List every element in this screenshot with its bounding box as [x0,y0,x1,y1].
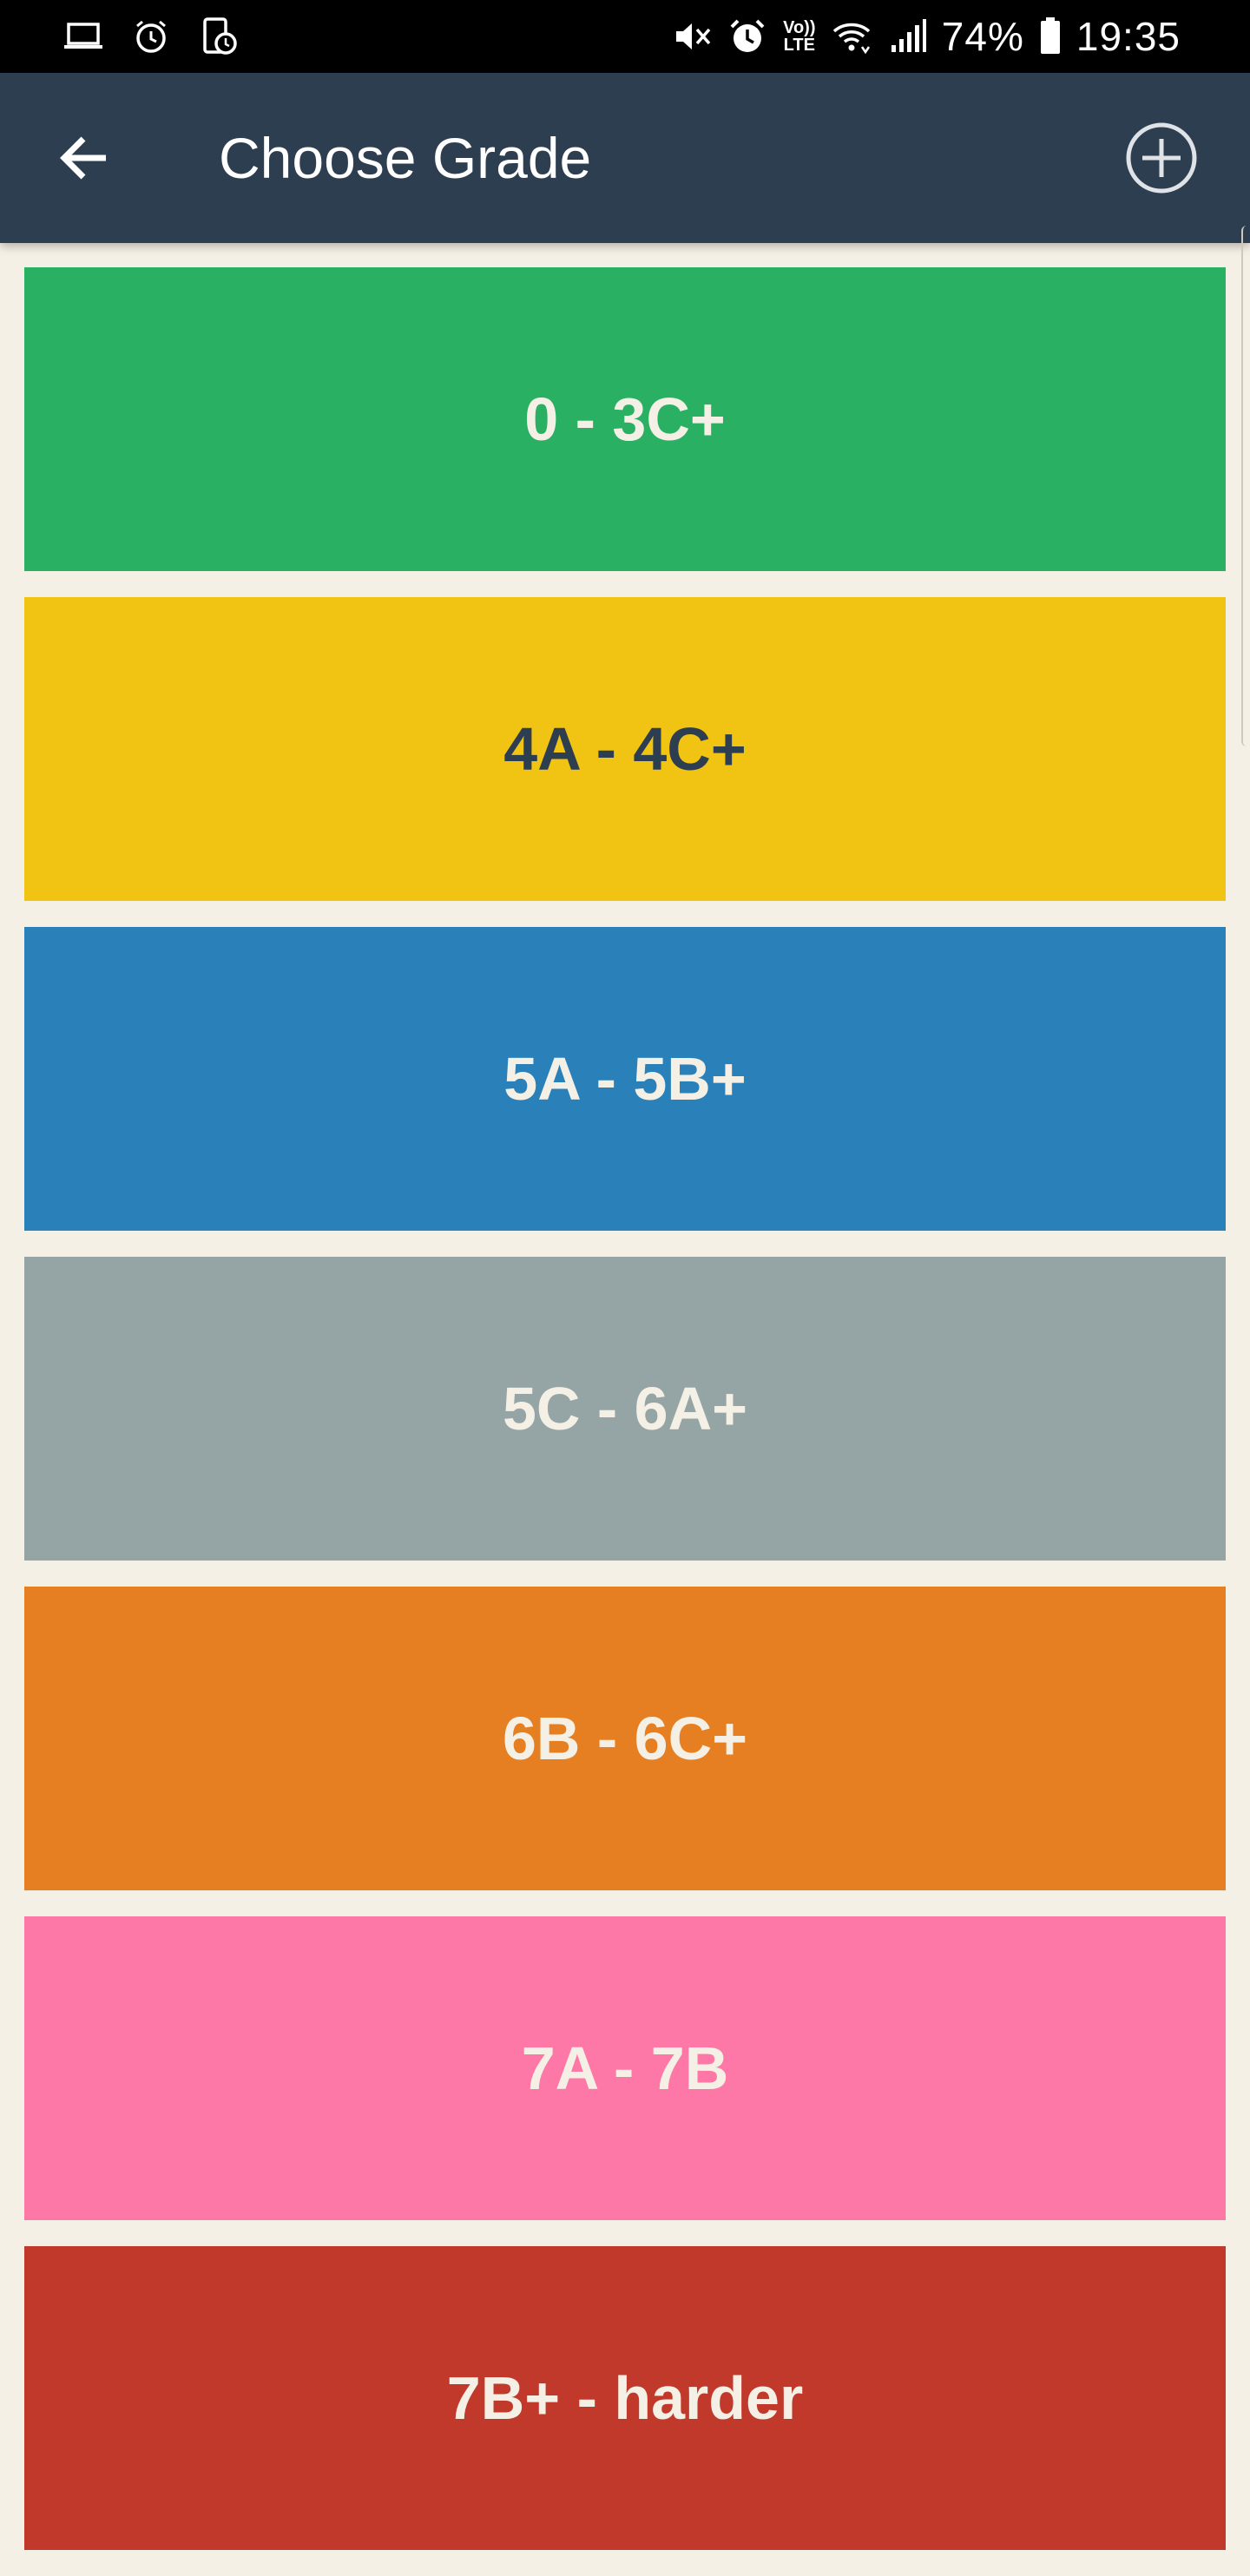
page-title: Choose Grade [219,126,592,190]
back-button[interactable] [43,116,127,200]
alarm-clock-icon [130,16,172,57]
signal-icon [886,16,928,57]
app-bar: Choose Grade [0,73,1250,243]
status-left-icons [62,16,240,57]
status-bar: Vo)) LTE 74% 19:35 [0,0,1250,73]
alarm-icon [727,16,768,57]
add-button[interactable] [1122,118,1201,198]
grade-card-5a-5b-plus[interactable]: 5A - 5B+ [24,927,1226,1231]
wifi-icon [831,16,872,57]
grade-label: 6B - 6C+ [502,1705,748,1772]
battery-icon [1038,16,1062,57]
grade-card-4a-4c-plus[interactable]: 4A - 4C+ [24,597,1226,901]
mute-icon [671,16,713,57]
grade-label: 7A - 7B [521,2034,729,2102]
grade-label: 5A - 5B+ [503,1045,747,1113]
add-circle-icon [1126,122,1197,194]
grade-label: 4A - 4C+ [503,715,747,783]
grade-card-6b-6c-plus[interactable]: 6B - 6C+ [24,1587,1226,1890]
grade-label: 7B+ - harder [446,2364,804,2432]
status-right-icons: Vo)) LTE 74% 19:35 [671,12,1181,61]
grade-label: 0 - 3C+ [524,385,726,453]
grade-card-7b-plus-harder[interactable]: 7B+ - harder [24,2246,1226,2550]
scroll-indicator [1241,226,1250,746]
grade-card-7a-7b[interactable]: 7A - 7B [24,1916,1226,2220]
volte-icon: Vo)) LTE [782,19,817,54]
grade-card-0-3c-plus[interactable]: 0 - 3C+ [24,267,1226,571]
grade-label: 5C - 6A+ [502,1375,748,1442]
laptop-icon [62,16,104,57]
battery-percent: 74% [941,14,1024,59]
grade-card-5c-6a-plus[interactable]: 5C - 6A+ [24,1257,1226,1561]
clock-time: 19:35 [1076,14,1181,59]
volte-label-bottom: LTE [783,36,815,55]
phone-clock-icon [198,16,240,57]
arrow-back-icon [60,136,106,180]
grade-list: 0 - 3C+ 4A - 4C+ 5A - 5B+ 5C - 6A+ 6B - … [24,267,1226,2576]
volte-label-top: Vo)) [783,18,816,37]
